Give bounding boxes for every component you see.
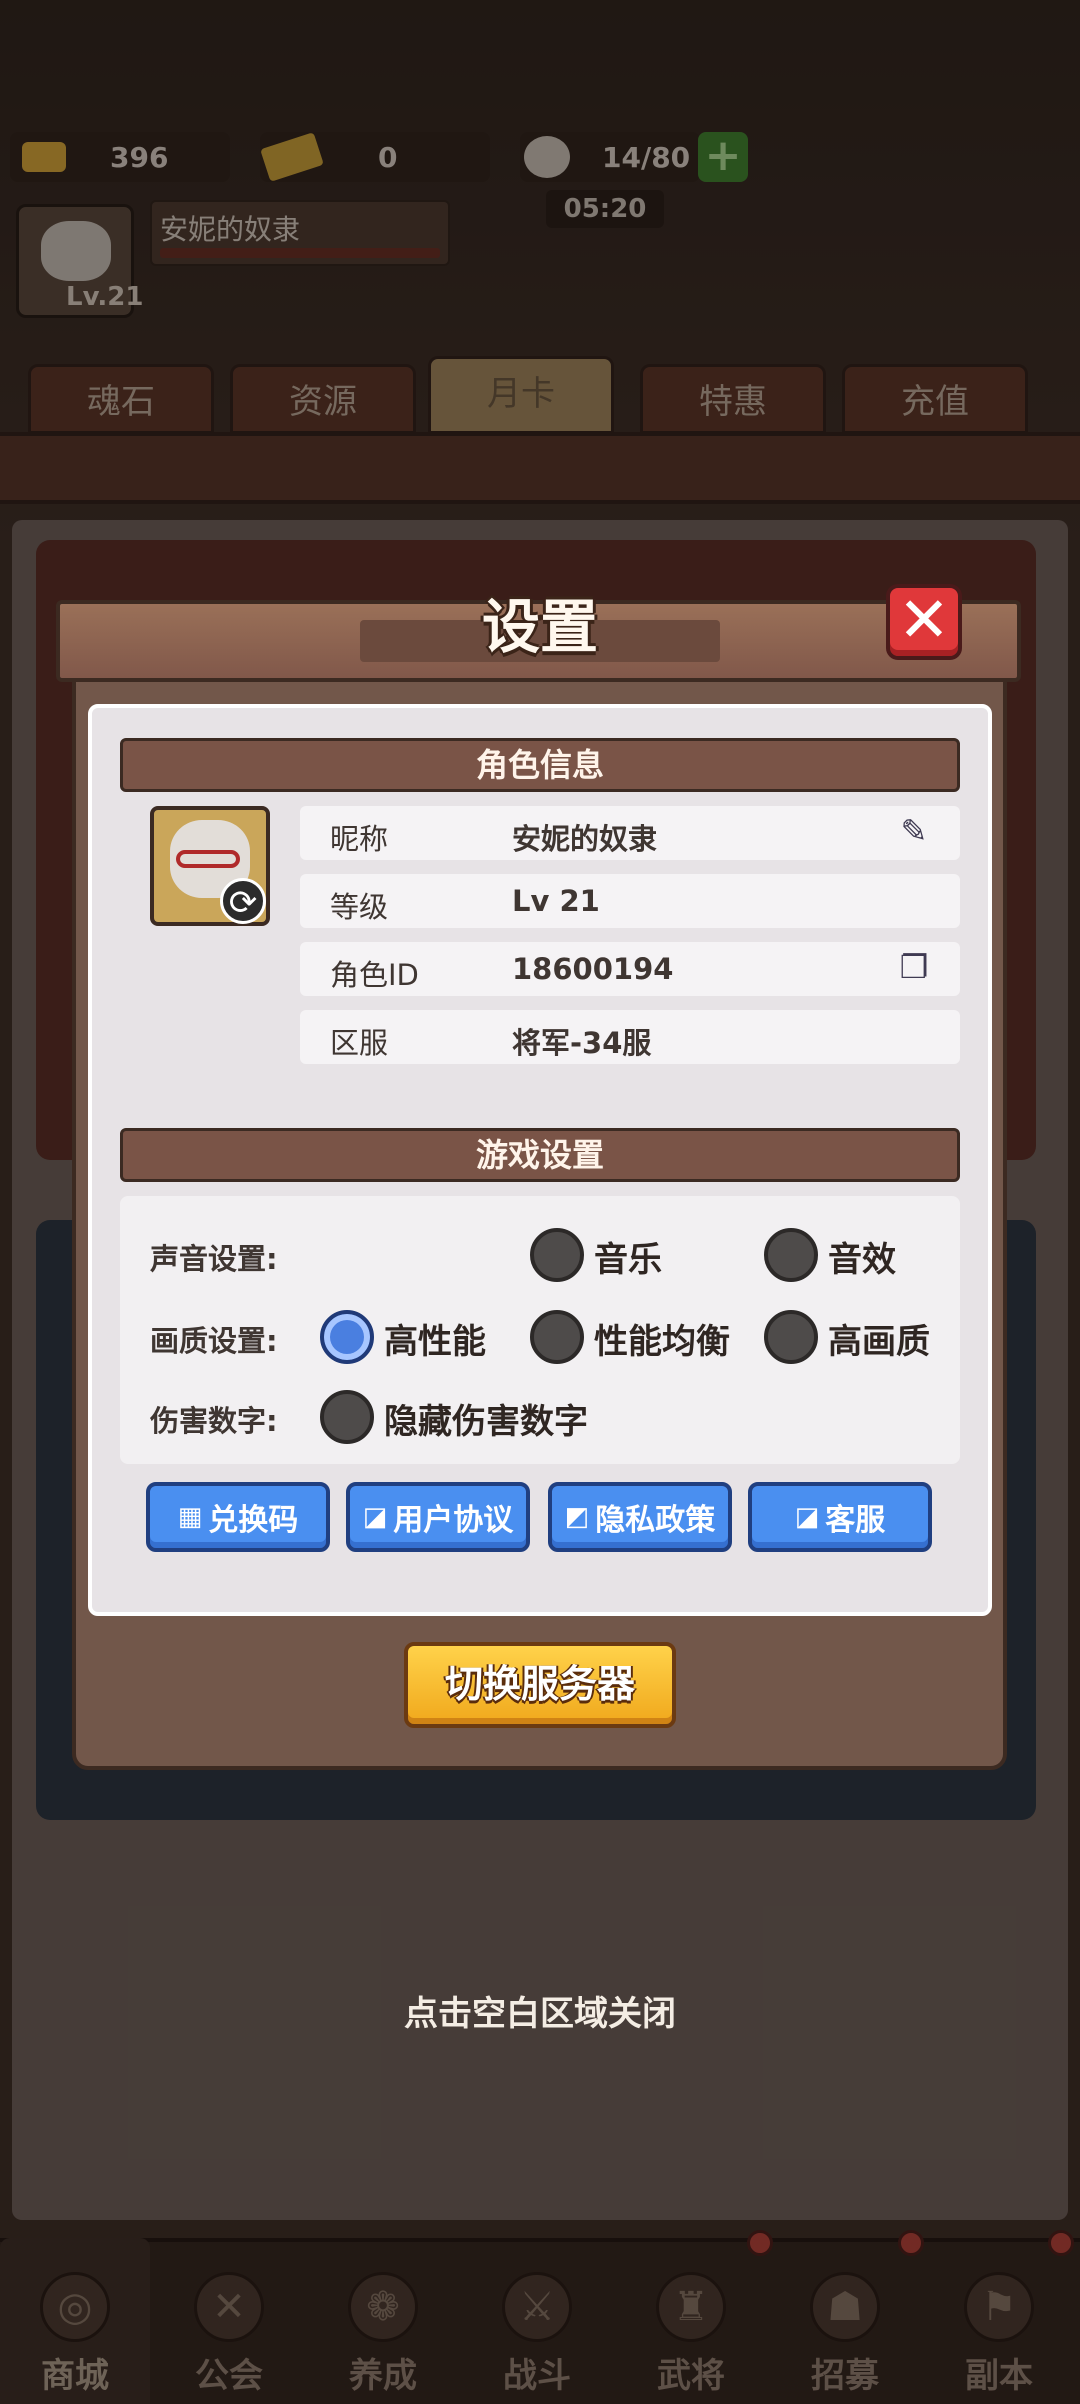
edit-document-icon: ◪	[362, 1502, 388, 1532]
switch-server-button[interactable]: 切换服务器	[404, 1642, 676, 1728]
button-label: 隐私政策	[595, 1503, 716, 1538]
document-icon: ◩	[564, 1502, 590, 1532]
change-avatar-refresh-icon[interactable]: ⟳	[220, 878, 266, 924]
button-label: 客服	[825, 1503, 886, 1538]
user-agreement-button[interactable]: ◪ 用户协议	[346, 1482, 530, 1552]
glasses-icon	[176, 850, 240, 868]
character-info-header: 角色信息	[120, 738, 960, 792]
tap-to-close-hint: 点击空白区域关闭	[404, 1994, 676, 2034]
quality-settings-label: 画质设置:	[150, 1324, 278, 1358]
customer-service-button[interactable]: ◪ 客服	[748, 1482, 932, 1552]
button-label: 兑换码	[208, 1503, 299, 1538]
copy-icon[interactable]: ❐	[894, 948, 934, 988]
quality-balanced-radio[interactable]	[530, 1310, 584, 1364]
info-label: 等级	[330, 890, 389, 924]
privacy-policy-button[interactable]: ◩ 隐私政策	[548, 1482, 732, 1552]
sound-settings-label: 声音设置:	[150, 1242, 278, 1276]
redeem-code-button[interactable]: ▦ 兑换码	[146, 1482, 330, 1552]
info-label: 区服	[330, 1026, 389, 1060]
game-settings-header: 游戏设置	[120, 1128, 960, 1182]
support-icon: ◪	[794, 1502, 820, 1532]
pencil-icon[interactable]: ✎	[894, 812, 934, 852]
damage-number-label: 伤害数字:	[150, 1404, 278, 1438]
info-value: Lv 21	[512, 884, 600, 918]
sound-effects-label: 音效	[828, 1240, 896, 1280]
info-label: 角色ID	[330, 958, 419, 992]
info-row-level: 等级 Lv 21	[300, 874, 960, 928]
quality-high-quality-label: 高画质	[828, 1322, 930, 1362]
info-label: 昵称	[330, 822, 389, 856]
info-value: 安妮的奴隶	[512, 822, 658, 856]
info-value: 将军-34服	[512, 1026, 652, 1060]
quality-high-performance-radio[interactable]	[320, 1310, 374, 1364]
modal-title: 设置	[481, 593, 598, 661]
info-row-role-id: 角色ID 18600194 ❐	[300, 942, 960, 996]
quality-balanced-label: 性能均衡	[594, 1322, 730, 1362]
hide-damage-toggle[interactable]	[320, 1390, 374, 1444]
info-row-server: 区服 将军-34服	[300, 1010, 960, 1064]
info-value: 18600194	[512, 952, 674, 986]
music-toggle[interactable]	[530, 1228, 584, 1282]
button-label: 用户协议	[393, 1503, 514, 1538]
sound-effects-toggle[interactable]	[764, 1228, 818, 1282]
qr-code-icon: ▦	[177, 1502, 203, 1532]
quality-high-quality-radio[interactable]	[764, 1310, 818, 1364]
music-label: 音乐	[594, 1240, 662, 1280]
close-button[interactable]: ✕	[886, 584, 962, 660]
hide-damage-label: 隐藏伤害数字	[384, 1402, 588, 1442]
info-row-nickname: 昵称 安妮的奴隶 ✎	[300, 806, 960, 860]
quality-high-performance-label: 高性能	[384, 1322, 486, 1362]
